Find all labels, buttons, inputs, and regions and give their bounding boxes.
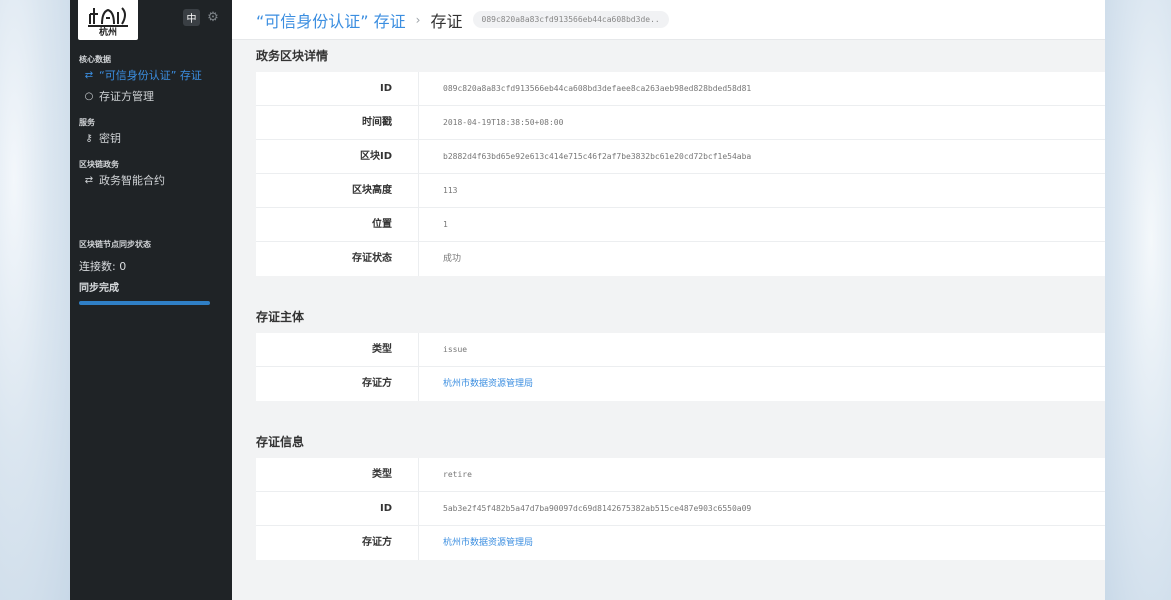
swap-icon: ⇄ <box>84 70 94 81</box>
sidebar-header: 杭州 中 ⚙ <box>70 0 232 44</box>
row-label: 类型 <box>256 458 419 491</box>
section-title-block-details: 政务区块详情 <box>256 49 329 63</box>
sync-status: 区块链节点同步状态 连接数: 0 同步完成 <box>70 239 232 305</box>
info-table: 类型 retire ID 5ab3e2f45f482b5a47d7ba90097… <box>256 458 1105 560</box>
row-value: 113 <box>443 186 458 195</box>
logo-text: 杭州 <box>98 28 117 38</box>
breadcrumb: “可信身份认证” 存证 › 存证 089c820a8a83cfd913566eb… <box>232 0 1105 40</box>
row-label: 存证方 <box>256 526 419 560</box>
section-title-info: 存证信息 <box>256 435 305 449</box>
sidebar-item-label: “可信身份认证” 存证 <box>99 69 202 82</box>
nav-section-core: 核心数据 ⇄ “可信身份认证” 存证 ○ 存证方管理 <box>70 54 232 107</box>
row-value: retire <box>443 470 472 479</box>
table-row: 区块高度 113 <box>256 174 1105 208</box>
row-label: 时间戳 <box>256 106 419 139</box>
row-value: 成功 <box>443 254 462 264</box>
depositor-link[interactable]: 杭州市数据资源管理局 <box>419 526 1105 560</box>
nav-section-gov-blockchain: 区块链政务 ⇄ 政务智能合约 <box>70 159 232 191</box>
nav-section-title: 核心数据 <box>79 55 111 64</box>
row-label: 类型 <box>256 333 419 366</box>
sidebar: 杭州 中 ⚙ 核心数据 ⇄ “可信身份认证” 存证 ○ 存证方管理 服务 ⚷ 密… <box>70 0 232 600</box>
row-value: 089c820a8a83cfd913566eb44ca608bd3defaee8… <box>443 84 752 93</box>
nav-section-service: 服务 ⚷ 密钥 <box>70 117 232 149</box>
swap-icon: ⇄ <box>84 175 94 186</box>
sidebar-item-identity-deposit[interactable]: ⇄ “可信身份认证” 存证 <box>70 65 232 86</box>
sync-status-title: 区块链节点同步状态 <box>79 240 151 249</box>
background-right <box>1105 0 1171 600</box>
row-value: issue <box>443 345 468 354</box>
block-details-table: ID 089c820a8a83cfd913566eb44ca608bd3defa… <box>256 72 1105 276</box>
row-label: 存证状态 <box>256 242 419 276</box>
sidebar-item-smart-contracts[interactable]: ⇄ 政务智能合约 <box>70 170 232 191</box>
page-title: 存证 <box>430 11 463 31</box>
sidebar-item-keys[interactable]: ⚷ 密钥 <box>70 128 232 149</box>
table-row: 区块ID b2882d4f63bd65e92e613c414e715c46f2a… <box>256 140 1105 174</box>
sidebar-item-label: 政务智能合约 <box>99 174 165 187</box>
depositor-link[interactable]: 杭州市数据资源管理局 <box>419 367 1105 401</box>
background-left <box>0 0 70 600</box>
main-content: “可信身份认证” 存证 › 存证 089c820a8a83cfd913566eb… <box>232 0 1105 600</box>
nav-section-title: 服务 <box>79 118 95 127</box>
chevron-right-icon: › <box>415 12 421 27</box>
table-row: 存证方 杭州市数据资源管理局 <box>256 367 1105 401</box>
row-value: 1 <box>443 220 448 229</box>
connection-count: 连接数: 0 <box>79 260 127 273</box>
gear-icon[interactable]: ⚙ <box>205 9 221 25</box>
hash-badge: 089c820a8a83cfd913566eb44ca608bd3de.. <box>472 11 669 28</box>
section-title-subject: 存证主体 <box>256 310 305 324</box>
table-row: 位置 1 <box>256 208 1105 242</box>
row-value: 5ab3e2f45f482b5a47d7ba90097dc69d81426753… <box>443 504 752 513</box>
key-icon: ⚷ <box>85 133 93 144</box>
sync-status-text: 同步完成 <box>79 283 119 294</box>
logo-emblem-icon <box>88 7 128 27</box>
row-label: 位置 <box>256 208 419 241</box>
language-toggle-button[interactable]: 中 <box>183 9 200 26</box>
row-value: 2018-04-19T18:38:50+08:00 <box>443 118 564 127</box>
sidebar-item-depositor-management[interactable]: ○ 存证方管理 <box>70 86 232 107</box>
row-label: 区块高度 <box>256 174 419 207</box>
sync-progress-bar <box>79 301 210 305</box>
row-label: ID <box>256 72 419 105</box>
breadcrumb-link[interactable]: “可信身份认证” 存证 <box>256 8 406 32</box>
row-label: 区块ID <box>256 140 419 173</box>
table-row: 存证状态 成功 <box>256 242 1105 276</box>
table-row: ID 089c820a8a83cfd913566eb44ca608bd3defa… <box>256 72 1105 106</box>
table-row: 类型 issue <box>256 333 1105 367</box>
nav-section-title: 区块链政务 <box>79 160 119 169</box>
row-value: b2882d4f63bd65e92e613c414e715c46f2af7be3… <box>443 152 752 161</box>
sidebar-item-label: 密钥 <box>99 132 121 145</box>
row-label: ID <box>256 492 419 525</box>
table-row: 类型 retire <box>256 458 1105 492</box>
hangzhou-logo[interactable]: 杭州 <box>78 0 138 40</box>
table-row: 时间戳 2018-04-19T18:38:50+08:00 <box>256 106 1105 140</box>
sidebar-item-label: 存证方管理 <box>99 90 154 103</box>
table-row: 存证方 杭州市数据资源管理局 <box>256 526 1105 560</box>
row-label: 存证方 <box>256 367 419 401</box>
subject-table: 类型 issue 存证方 杭州市数据资源管理局 <box>256 333 1105 401</box>
circle-icon: ○ <box>84 91 94 102</box>
sync-progress-fill <box>79 301 210 305</box>
table-row: ID 5ab3e2f45f482b5a47d7ba90097dc69d81426… <box>256 492 1105 526</box>
